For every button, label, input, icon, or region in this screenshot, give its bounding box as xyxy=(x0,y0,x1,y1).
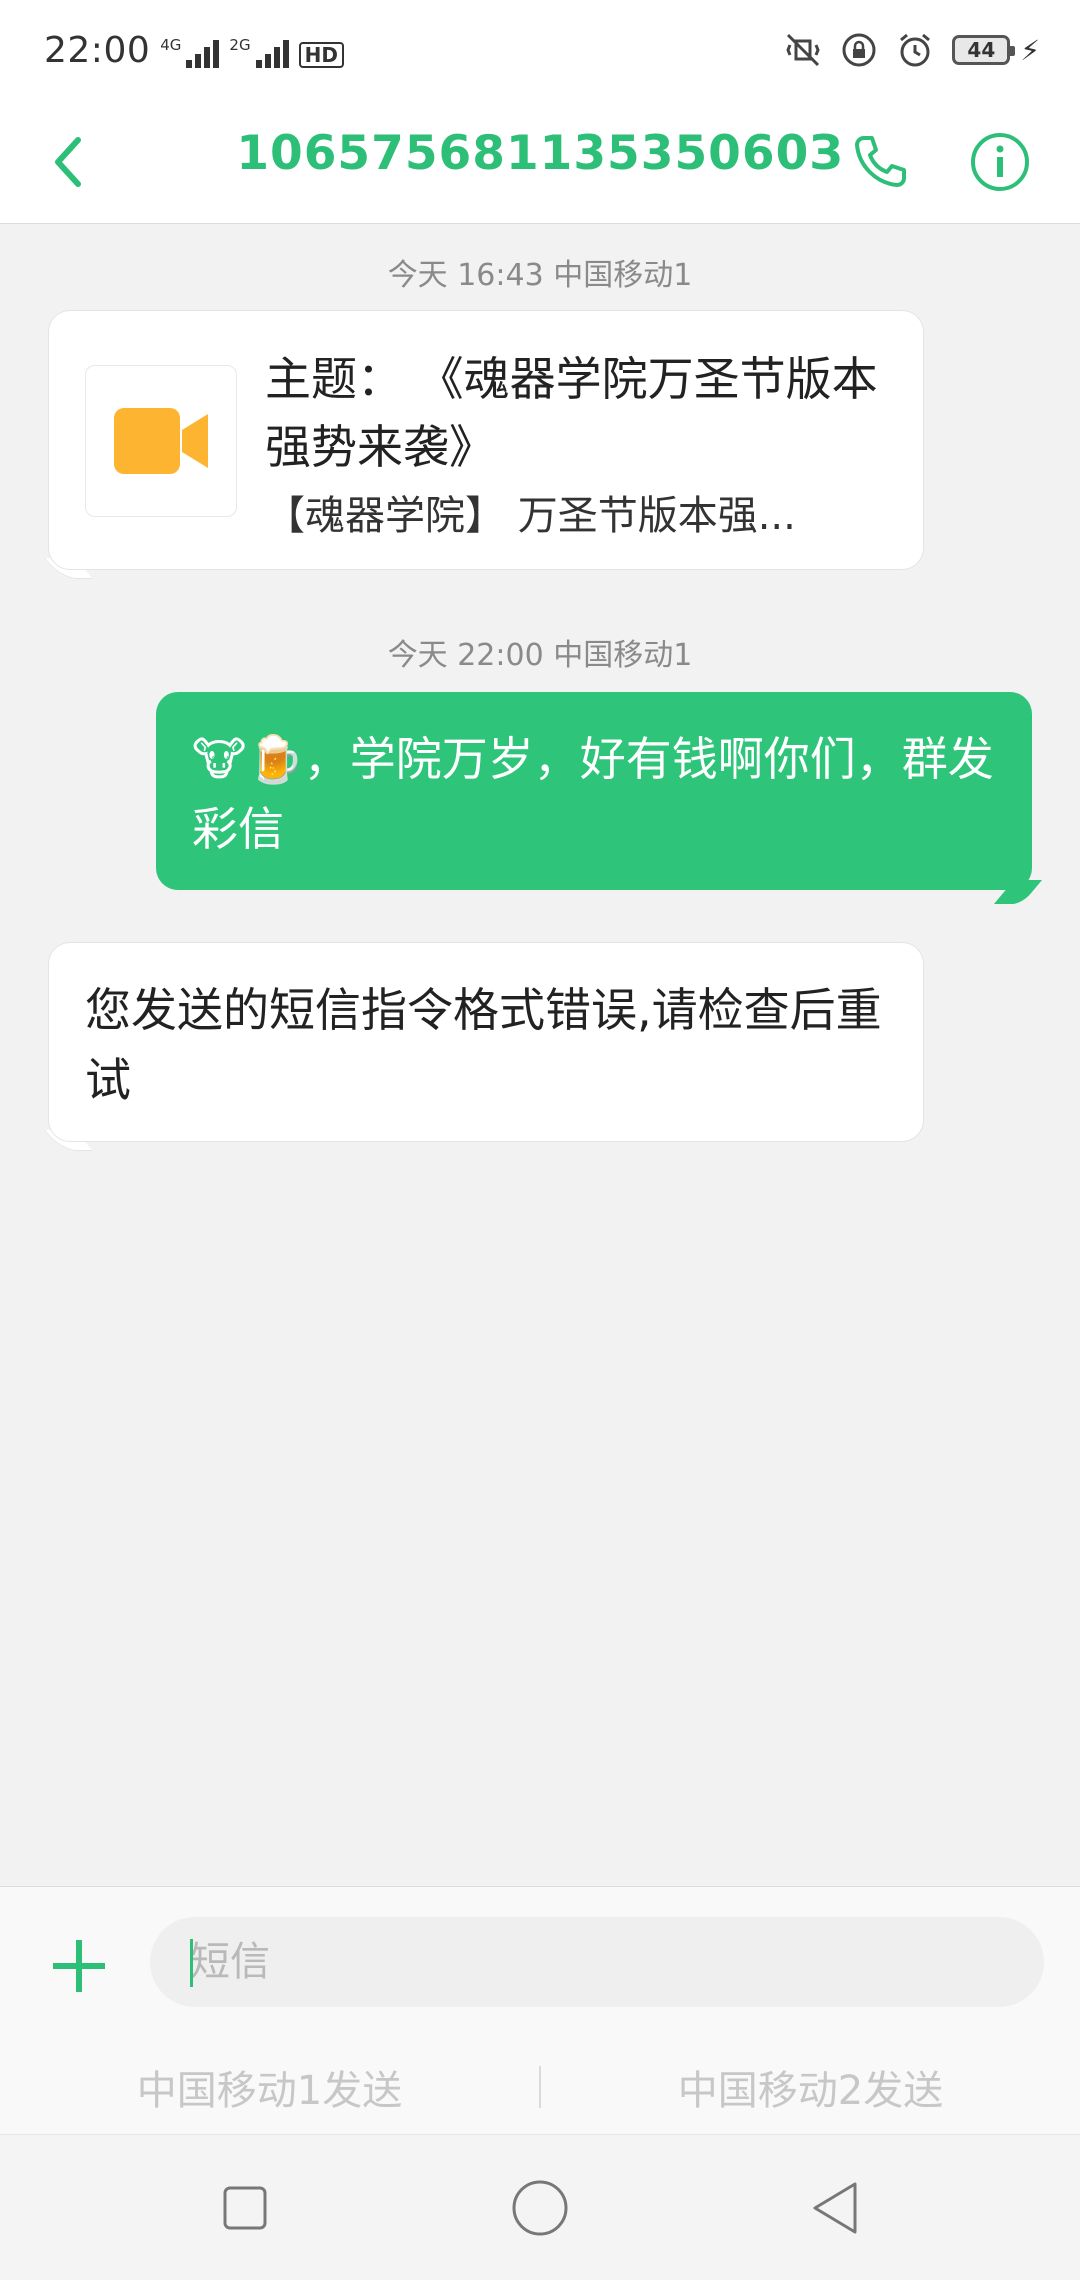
network1-tag: 4G xyxy=(160,36,182,54)
rotation-lock-icon xyxy=(840,31,878,69)
signal-bars-icon xyxy=(186,38,220,68)
status-right: 44 ⚡ xyxy=(784,31,1040,69)
sent-message-text: 🐮🍺，学院万岁，好有钱啊你们，群发彩信 xyxy=(192,732,994,856)
network-indicators: 4G 2G HD xyxy=(160,32,344,68)
recents-button[interactable] xyxy=(210,2173,280,2243)
mms-preview-text: 【魂器学院】 万圣节版本强... xyxy=(265,493,796,539)
status-bar: 22:00 4G 2G HD 44 ⚡ xyxy=(0,0,1080,100)
back-nav-button[interactable] xyxy=(800,2173,870,2243)
add-attachment-button[interactable] xyxy=(44,1931,114,2001)
system-nav-bar xyxy=(0,2134,1080,2280)
mms-message-bubble[interactable]: 主题： 《魂器学院万圣节版本强势来袭》 【魂器学院】 万圣节版本强... xyxy=(48,310,924,570)
mms-subject: 主题： 《魂器学院万圣节版本强势来袭》 xyxy=(265,352,878,474)
compose-panel: 中国移动1发送 中国移动2发送 xyxy=(0,1886,1080,2134)
vibrate-icon xyxy=(784,31,822,69)
signal-bars-icon xyxy=(255,38,289,68)
message-input[interactable] xyxy=(150,1917,1044,2007)
hd-badge: HD xyxy=(298,42,344,68)
info-icon xyxy=(971,133,1029,191)
info-button[interactable] xyxy=(960,122,1040,202)
video-camera-icon xyxy=(114,408,208,474)
home-button[interactable] xyxy=(505,2173,575,2243)
signal-sim2: 2G xyxy=(229,36,289,68)
alarm-icon xyxy=(896,31,934,69)
status-time: 22:00 xyxy=(44,29,151,71)
triangle-back-icon xyxy=(813,2182,857,2234)
network2-tag: 2G xyxy=(229,36,251,54)
circle-icon xyxy=(512,2180,568,2236)
sent-message-bubble[interactable]: 🐮🍺，学院万岁，好有钱啊你们，群发彩信 xyxy=(156,692,1032,890)
received-message-bubble[interactable]: 您发送的短信指令格式错误,请检查后重试 xyxy=(48,942,924,1142)
charging-icon: ⚡ xyxy=(1020,33,1040,67)
plus-icon xyxy=(53,1940,105,1992)
contact-number-text: 10657568113535060З xyxy=(236,126,844,181)
signal-sim1: 4G xyxy=(160,36,220,68)
message-timestamp: 今天 22:00 中国移动1 xyxy=(387,638,693,673)
battery-icon: 44 xyxy=(952,35,1016,65)
conversation-header: 10657568113535060З xyxy=(0,100,1080,224)
phone-icon xyxy=(855,136,906,187)
message-timestamp: 今天 16:43 中国移动1 xyxy=(387,258,693,293)
send-sim1-button[interactable]: 中国移动1发送 xyxy=(0,2058,539,2116)
send-sim2-button[interactable]: 中国移动2发送 xyxy=(541,2058,1080,2116)
received-message-text: 您发送的短信指令格式错误,请检查后重试 xyxy=(85,983,882,1107)
text-cursor xyxy=(190,1939,193,1987)
send-options: 中国移动1发送 中国移动2发送 xyxy=(0,2047,1080,2127)
mms-attachment-thumbnail[interactable] xyxy=(85,365,237,517)
call-button[interactable] xyxy=(840,122,920,202)
status-left: 22:00 4G 2G HD xyxy=(44,30,344,71)
square-icon xyxy=(223,2186,267,2230)
